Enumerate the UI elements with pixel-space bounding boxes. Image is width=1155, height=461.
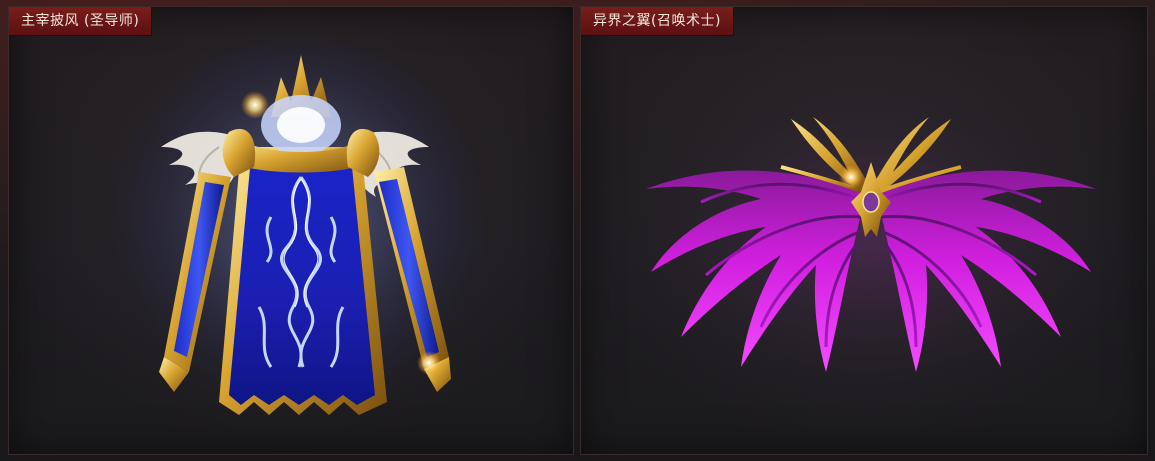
purple-feather-wings-icon (611, 72, 1131, 412)
item-card-cape[interactable]: 主宰披风 (圣导师) (8, 6, 574, 455)
page-root: 主宰披风 (圣导师) 异界之翼(召唤术士) (0, 0, 1155, 461)
item-card-wings[interactable]: 异界之翼(召唤术士) (580, 6, 1148, 455)
blue-gold-cape-icon (109, 37, 489, 437)
